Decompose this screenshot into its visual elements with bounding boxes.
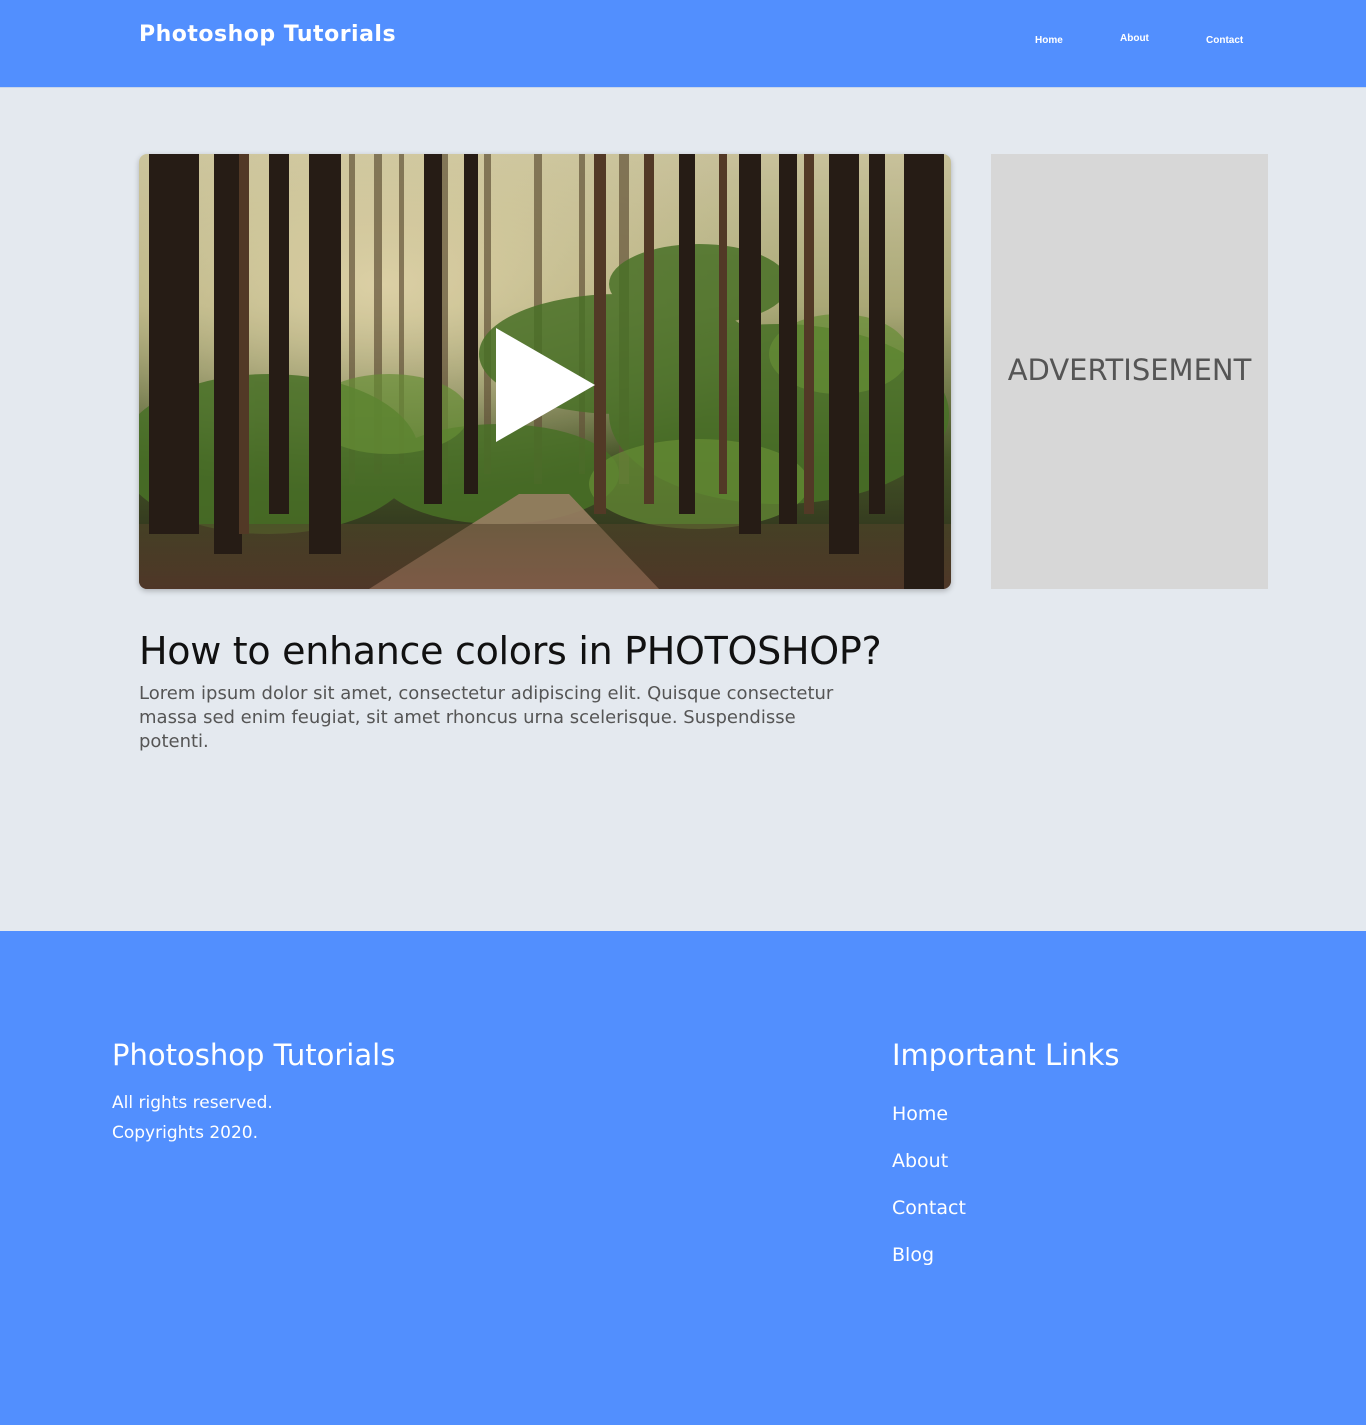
- footer-rights: All rights reserved.: [112, 1093, 273, 1113]
- footer-copyright: Copyrights 2020.: [112, 1123, 258, 1143]
- footer-link-about[interactable]: About: [892, 1150, 948, 1172]
- site-brand[interactable]: Photoshop Tutorials: [139, 22, 396, 47]
- nav-link-home[interactable]: Home: [1035, 35, 1063, 46]
- nav-link-about[interactable]: About: [1120, 33, 1149, 44]
- play-icon[interactable]: [496, 328, 595, 442]
- footer-links-title: Important Links: [892, 1038, 1120, 1072]
- footer-brand: Photoshop Tutorials: [112, 1038, 396, 1072]
- site-footer: Photoshop Tutorials All rights reserved.…: [0, 931, 1366, 1425]
- article-description: Lorem ipsum dolor sit amet, consectetur …: [139, 683, 834, 752]
- advertisement-panel[interactable]: ADVERTISEMENT: [991, 154, 1268, 589]
- footer-link-home[interactable]: Home: [892, 1103, 948, 1125]
- article-title: How to enhance colors in PHOTOSHOP?: [139, 629, 882, 673]
- advertisement-label: ADVERTISEMENT: [1007, 353, 1252, 387]
- video-player[interactable]: [139, 154, 951, 589]
- footer-link-contact[interactable]: Contact: [892, 1197, 966, 1219]
- site-header: Photoshop Tutorials Home About Contact: [0, 0, 1366, 88]
- footer-link-blog[interactable]: Blog: [892, 1244, 934, 1266]
- nav-link-contact[interactable]: Contact: [1206, 35, 1243, 46]
